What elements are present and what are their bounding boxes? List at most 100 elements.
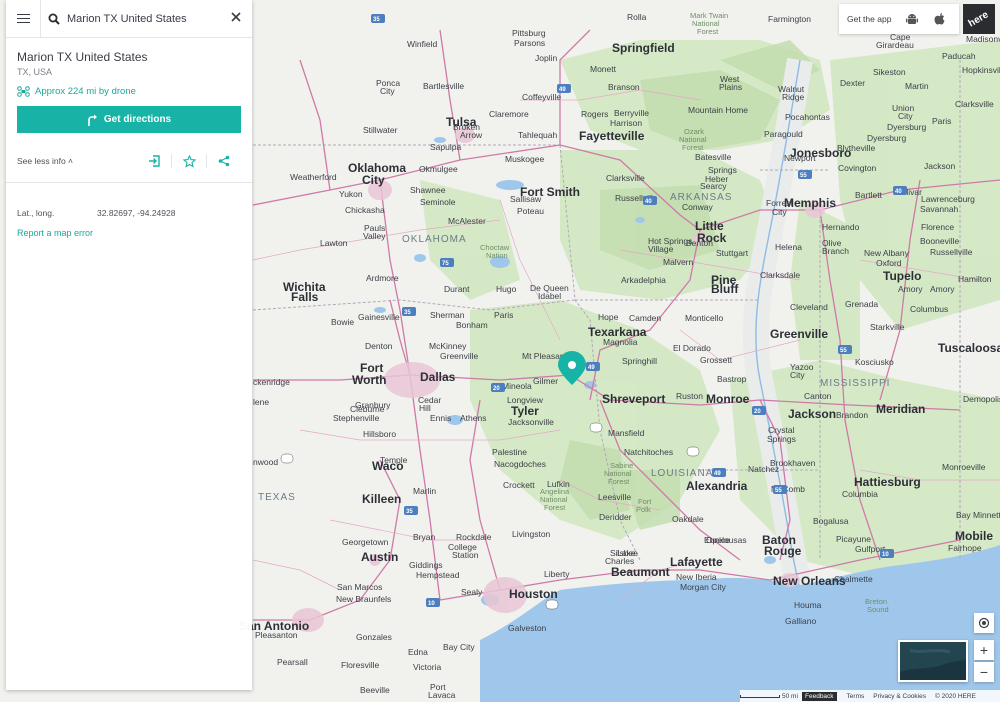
svg-text:Dyersburg: Dyersburg <box>887 122 926 132</box>
svg-text:Plains: Plains <box>719 82 742 92</box>
svg-text:Poteau: Poteau <box>517 206 544 216</box>
svg-text:New Albany: New Albany <box>864 248 910 258</box>
svg-text:Starkville: Starkville <box>870 322 905 332</box>
svg-text:Pocahontas: Pocahontas <box>785 112 830 122</box>
svg-text:Columbus: Columbus <box>910 304 948 314</box>
zoom-out-button[interactable]: − <box>974 662 994 682</box>
target-icon <box>978 617 990 629</box>
svg-text:Picayune: Picayune <box>836 534 871 544</box>
svg-text:Lafayette: Lafayette <box>670 555 723 569</box>
report-map-error-link[interactable]: Report a map error <box>6 218 252 238</box>
svg-text:Leesville: Leesville <box>598 492 631 502</box>
svg-text:40: 40 <box>895 189 902 195</box>
svg-text:San Marcos: San Marcos <box>337 582 382 592</box>
svg-text:Ardmore: Ardmore <box>366 273 399 283</box>
svg-text:Columbia: Columbia <box>842 489 878 499</box>
apple-icon[interactable] <box>933 12 947 26</box>
feedback-button[interactable]: Feedback <box>802 691 837 701</box>
zoom-in-button[interactable]: + <box>974 640 994 660</box>
terms-link[interactable]: Terms <box>847 693 865 700</box>
export-icon <box>149 155 160 167</box>
menu-button[interactable] <box>6 0 40 38</box>
svg-text:49: 49 <box>714 471 721 477</box>
svg-text:Pittsburg: Pittsburg <box>512 28 546 38</box>
svg-text:Ridge: Ridge <box>782 92 804 102</box>
here-logo[interactable]: here <box>963 4 995 34</box>
svg-text:Houma: Houma <box>794 600 822 610</box>
svg-text:Berryville: Berryville <box>614 108 649 118</box>
svg-text:Malvern: Malvern <box>663 257 694 267</box>
svg-text:Springs: Springs <box>708 165 737 175</box>
svg-text:Forest: Forest <box>544 503 566 512</box>
svg-text:Hopkinsville: Hopkinsville <box>962 65 1000 75</box>
favorite-button[interactable] <box>172 154 206 168</box>
svg-text:Gilmer: Gilmer <box>533 376 558 386</box>
svg-text:55: 55 <box>840 348 847 354</box>
svg-text:Branch: Branch <box>822 246 849 256</box>
svg-text:Rogers: Rogers <box>581 109 608 119</box>
svg-text:Nacogdoches: Nacogdoches <box>494 459 546 469</box>
svg-text:Meridian: Meridian <box>876 402 925 416</box>
svg-text:TEXAS: TEXAS <box>258 492 296 503</box>
svg-text:Bastrop: Bastrop <box>717 374 747 384</box>
svg-text:Muskogee: Muskogee <box>505 154 544 164</box>
svg-text:Camden: Camden <box>629 313 661 323</box>
svg-text:Mountain Home: Mountain Home <box>688 105 748 115</box>
svg-text:Greenville: Greenville <box>440 351 479 361</box>
svg-text:Forest: Forest <box>697 27 719 36</box>
svg-text:Chalmette: Chalmette <box>834 574 873 584</box>
svg-text:20: 20 <box>754 409 761 415</box>
svg-text:Athens: Athens <box>460 413 486 423</box>
svg-text:Palestine: Palestine <box>492 447 527 457</box>
android-icon[interactable] <box>905 12 919 26</box>
svg-text:Natchitoches: Natchitoches <box>624 447 673 457</box>
svg-text:Ennis: Ennis <box>430 413 451 423</box>
svg-text:Crockett: Crockett <box>503 480 535 490</box>
search-input[interactable] <box>67 12 227 25</box>
svg-text:Victoria: Victoria <box>413 662 441 672</box>
svg-text:Valley: Valley <box>363 231 386 241</box>
svg-text:Galliano: Galliano <box>785 616 816 626</box>
hamburger-icon <box>16 17 30 20</box>
svg-text:Bartlett: Bartlett <box>855 190 883 200</box>
svg-text:49: 49 <box>559 87 566 93</box>
svg-text:Hill: Hill <box>419 403 431 413</box>
svg-text:Springfield: Springfield <box>612 41 675 55</box>
svg-text:Sikeston: Sikeston <box>873 67 906 77</box>
svg-text:Seminole: Seminole <box>420 197 456 207</box>
svg-text:Lavaca: Lavaca <box>428 690 456 700</box>
svg-text:Clarksville: Clarksville <box>955 99 994 109</box>
svg-text:Greenville: Greenville <box>770 327 828 341</box>
svg-text:OKLAHOMA: OKLAHOMA <box>402 234 467 245</box>
svg-text:Covington: Covington <box>838 163 877 173</box>
svg-text:Georgetown: Georgetown <box>342 537 389 547</box>
svg-text:Charles: Charles <box>605 556 634 566</box>
svg-text:Sealy: Sealy <box>461 587 483 597</box>
svg-text:Tyler: Tyler <box>511 404 539 418</box>
privacy-link[interactable]: Privacy & Cookies <box>873 693 926 700</box>
svg-text:Bogalusa: Bogalusa <box>813 516 849 526</box>
svg-text:Hamilton: Hamilton <box>958 274 992 284</box>
close-icon[interactable] <box>230 11 244 25</box>
place-title: Marion TX United States <box>17 50 148 64</box>
svg-text:Springs: Springs <box>767 434 796 444</box>
svg-text:Idabel: Idabel <box>538 291 561 301</box>
svg-text:Clarksville: Clarksville <box>606 173 645 183</box>
svg-text:Gonzales: Gonzales <box>356 632 392 642</box>
svg-text:Monticello: Monticello <box>685 313 724 323</box>
svg-text:Shawnee: Shawnee <box>410 185 446 195</box>
svg-text:Kosciusko: Kosciusko <box>855 357 894 367</box>
svg-text:Denton: Denton <box>365 341 393 351</box>
see-less-info-link[interactable]: See less info ˄ <box>17 156 137 166</box>
svg-text:Brandon: Brandon <box>836 410 868 420</box>
svg-text:55: 55 <box>775 488 782 494</box>
get-app-bar: Get the app <box>839 4 959 34</box>
svg-text:Marlin: Marlin <box>413 486 436 496</box>
export-button[interactable] <box>137 155 171 167</box>
get-directions-button[interactable]: Get directions <box>17 106 241 133</box>
svg-text:Bryan: Bryan <box>413 532 435 542</box>
svg-text:Bay City: Bay City <box>443 642 475 652</box>
satellite-view-toggle[interactable] <box>898 640 968 682</box>
share-button[interactable] <box>207 155 241 167</box>
locate-me-button[interactable] <box>974 613 994 633</box>
